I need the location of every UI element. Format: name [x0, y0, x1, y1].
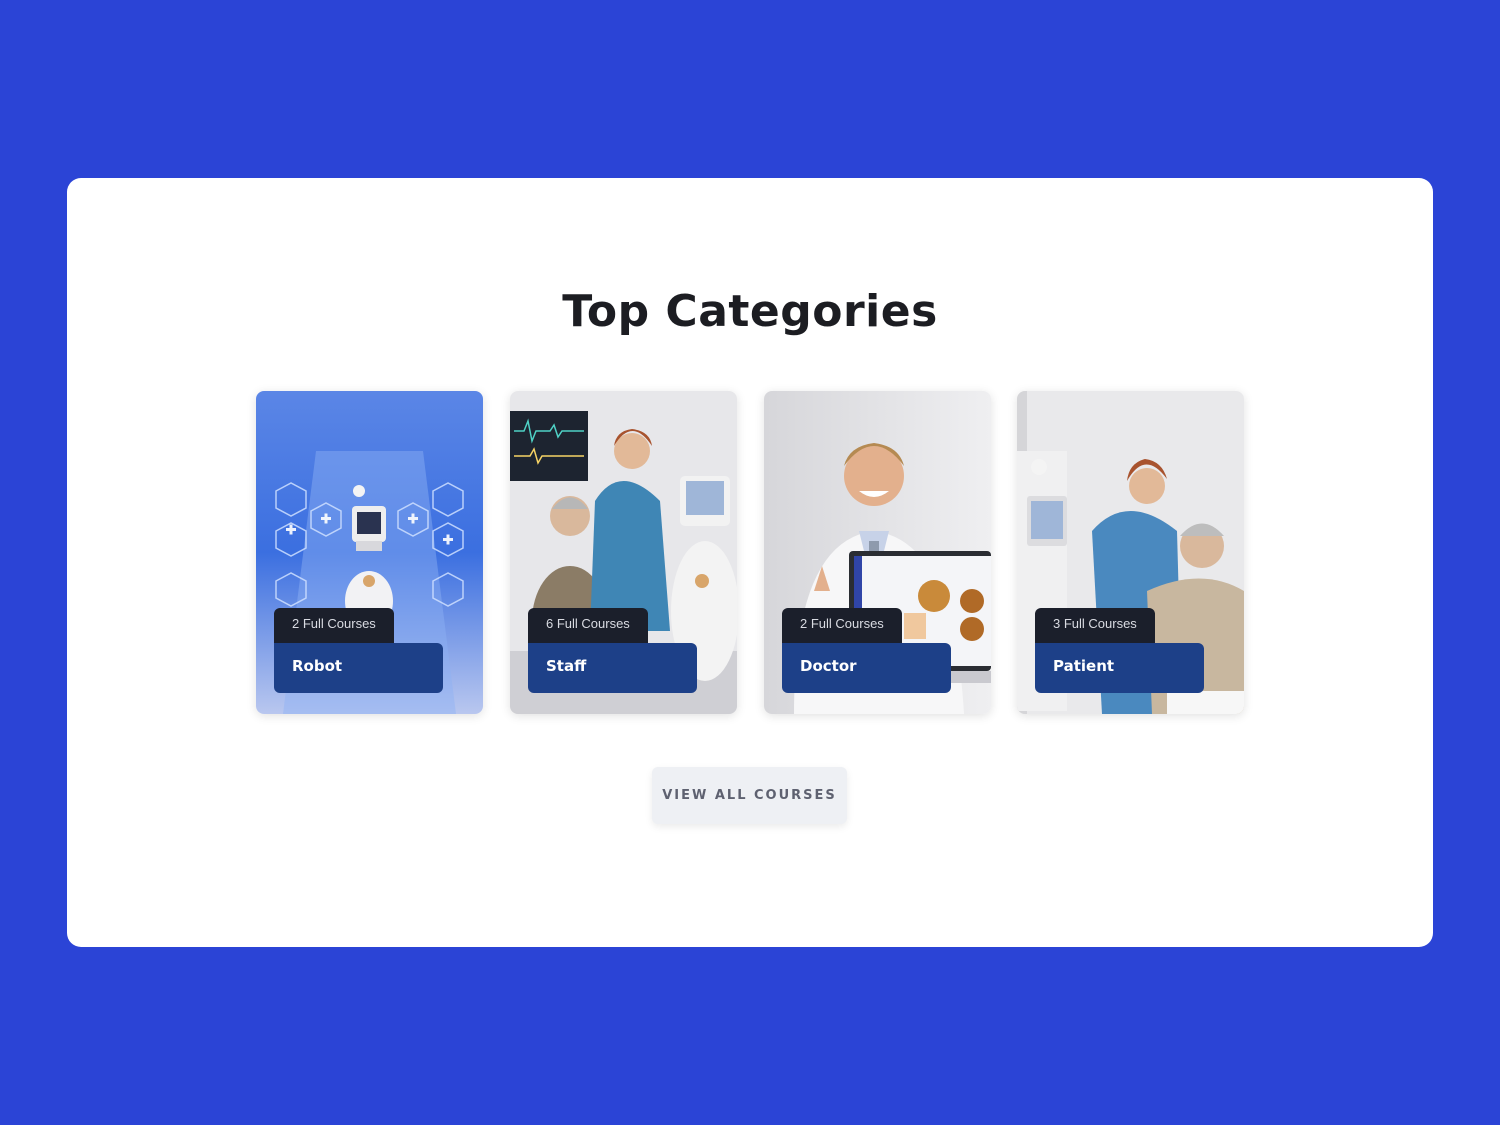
course-count-badge: 6 Full Courses [528, 608, 648, 644]
category-card-patient[interactable]: 3 Full Courses Patient [1017, 391, 1244, 714]
category-card-doctor[interactable]: 2 Full Courses Doctor [764, 391, 991, 714]
section-title: Top Categories [562, 286, 938, 337]
course-count-badge: 2 Full Courses [782, 608, 902, 644]
category-name-label[interactable]: Robot [274, 643, 443, 693]
category-cards: 2 Full Courses Robot 6 Full Courses Staf… [256, 391, 1244, 714]
course-count-badge: 3 Full Courses [1035, 608, 1155, 644]
category-name-label[interactable]: Patient [1035, 643, 1204, 693]
course-count-badge: 2 Full Courses [274, 608, 394, 644]
category-name-label[interactable]: Staff [528, 643, 697, 693]
category-card-robot[interactable]: 2 Full Courses Robot [256, 391, 483, 714]
view-all-courses-button[interactable]: VIEW ALL COURSES [652, 767, 847, 824]
category-card-staff[interactable]: 6 Full Courses Staff [510, 391, 737, 714]
category-name-label[interactable]: Doctor [782, 643, 951, 693]
